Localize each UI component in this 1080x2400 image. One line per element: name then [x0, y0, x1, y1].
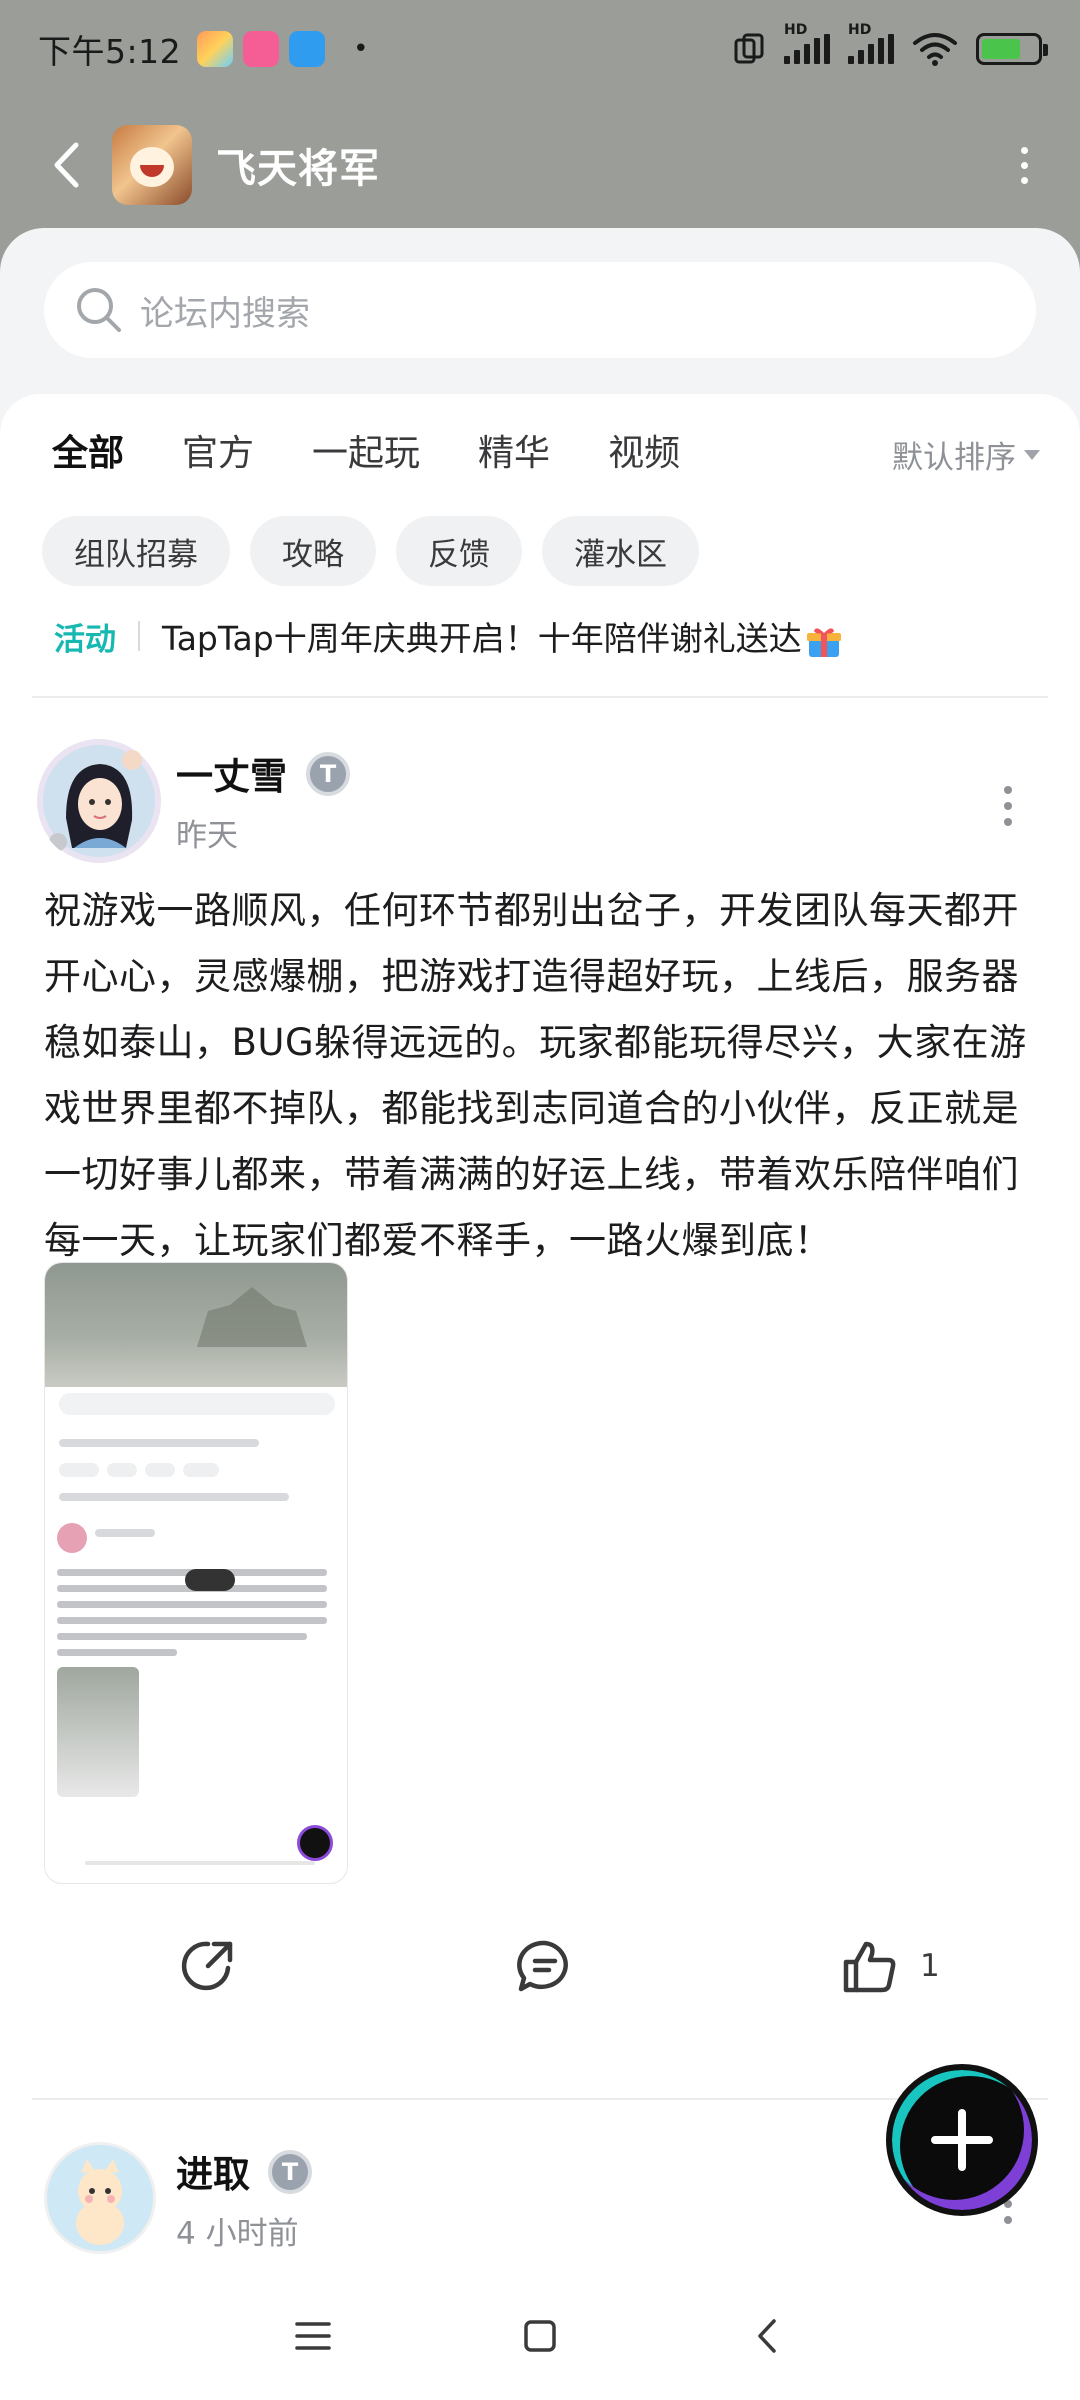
post-card[interactable]: 一丈雪 T 昨天 祝游戏一路顺风，任何环节都别出岔子，开发团队每天都开开心心，灵… — [0, 696, 1080, 1996]
avatar-image — [37, 739, 161, 863]
game-icon[interactable] — [112, 125, 192, 205]
tab-video[interactable]: 视频 — [608, 424, 680, 476]
back-button[interactable] — [36, 135, 96, 195]
back-nav-icon — [757, 2319, 776, 2353]
share-icon — [181, 1941, 233, 1991]
post-actions: 1 — [0, 1918, 1080, 2018]
system-back-button[interactable] — [737, 2306, 797, 2366]
status-more-dot: • — [353, 34, 369, 64]
battery-icon — [976, 33, 1048, 65]
sort-dropdown[interactable]: 默认排序 — [892, 432, 1040, 477]
signal-icon-1: HD — [784, 22, 830, 64]
create-post-button[interactable] — [886, 2064, 1038, 2216]
announcement-bar[interactable]: 活动 TapTap十周年庆典开启！十年陪伴谢礼送达 — [54, 612, 842, 660]
like-count: 1 — [920, 1948, 940, 1984]
recent-apps-button[interactable] — [283, 2306, 343, 2366]
post-author-name[interactable]: 进取 — [176, 2144, 250, 2198]
post-author-name[interactable]: 一丈雪 — [176, 746, 287, 800]
menu-icon — [295, 2322, 332, 2350]
comment-icon — [517, 1940, 568, 1992]
avatar[interactable] — [36, 738, 162, 864]
forum-header: 飞天将军 — [0, 110, 1080, 220]
verified-badge-icon: T — [268, 2150, 312, 2194]
notification-app-icon-1 — [197, 31, 234, 67]
announcement-tag: 活动 — [54, 621, 116, 658]
more-options-button[interactable] — [1004, 135, 1044, 195]
chip-team-recruit[interactable]: 组队招募 — [42, 516, 230, 586]
signal-icon-2: HD — [848, 22, 894, 64]
home-button[interactable] — [510, 2306, 570, 2366]
post-time: 4 小时前 — [176, 2216, 299, 2252]
avatar-image — [47, 2145, 153, 2251]
announcement-text: TapTap十周年庆典开启！十年陪伴谢礼送达 — [162, 619, 802, 658]
post-time: 昨天 — [176, 818, 238, 854]
announcement-separator — [138, 621, 140, 651]
system-nav-bar — [0, 2272, 1080, 2400]
post-image[interactable] — [44, 1262, 348, 1884]
like-button[interactable]: 1 — [842, 1938, 940, 1994]
plus-icon — [931, 2109, 993, 2171]
search-placeholder: 论坛内搜索 — [140, 293, 310, 334]
category-tabs: 全部 官方 一起玩 精华 视频 — [52, 424, 738, 482]
chip-feedback[interactable]: 反馈 — [396, 516, 522, 586]
tab-play-together[interactable]: 一起玩 — [312, 424, 420, 476]
chip-guide[interactable]: 攻略 — [250, 516, 376, 586]
status-time: 下午5:12 — [38, 32, 182, 71]
chip-chat[interactable]: 灌水区 — [542, 516, 699, 586]
caret-down-icon — [1024, 449, 1040, 460]
wifi-icon — [913, 33, 957, 66]
search-input[interactable]: 论坛内搜索 — [44, 262, 1036, 358]
post-body-text: 祝游戏一路顺风，任何环节都别出岔子，开发团队每天都开开心心，灵感爆棚，把游戏打造… — [44, 889, 1027, 1262]
forum-sheet: 论坛内搜索 全部 官方 一起玩 精华 视频 默认排序 组队招募 攻略 反馈 灌水… — [0, 228, 1080, 2400]
topic-chips: 组队招募 攻略 反馈 灌水区 — [42, 516, 699, 586]
status-bar: 下午5:12 • HD HD — [0, 0, 1080, 98]
screen-cast-icon — [734, 33, 764, 64]
sort-label: 默认排序 — [892, 440, 1016, 476]
search-icon — [77, 288, 121, 332]
home-square-icon — [524, 2320, 556, 2352]
notification-app-icon-3 — [289, 31, 326, 67]
page-title: 飞天将军 — [216, 146, 380, 192]
gift-icon — [806, 628, 841, 657]
back-arrow-icon — [54, 142, 79, 188]
comment-button[interactable] — [516, 1938, 574, 1994]
post-more-button[interactable] — [998, 786, 1018, 826]
share-button[interactable] — [180, 1938, 236, 1994]
notification-app-icon-2 — [243, 31, 280, 67]
tab-all[interactable]: 全部 — [52, 424, 124, 482]
thumbs-up-icon — [843, 1941, 896, 1993]
verified-badge-icon: T — [306, 752, 350, 796]
tab-official[interactable]: 官方 — [182, 424, 254, 476]
tab-featured[interactable]: 精华 — [478, 424, 550, 476]
avatar[interactable] — [44, 2142, 156, 2254]
